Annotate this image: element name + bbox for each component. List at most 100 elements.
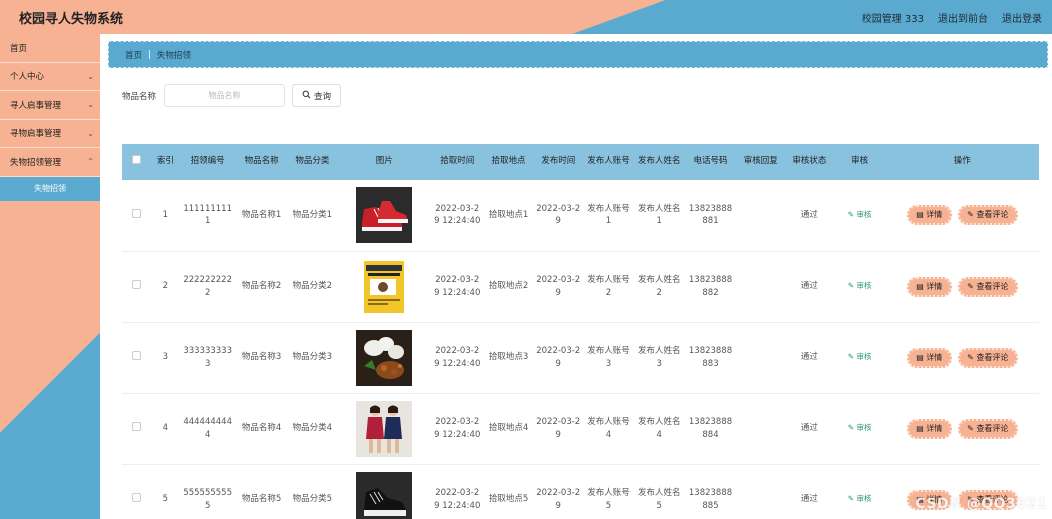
view-comments-button[interactable]: ✎ 查看评论 — [957, 418, 1018, 439]
edit-icon: ✎ — [967, 352, 974, 362]
column-header: 操作 — [953, 156, 971, 167]
row-checkbox[interactable] — [132, 421, 142, 431]
table-row: 3 3333333333 物品名称3 物品分类3 2022-03-29 12:2… — [122, 322, 1039, 393]
search-button-label: 查询 — [314, 91, 332, 102]
row-checkbox[interactable] — [132, 492, 142, 502]
csdn-watermark: CSDN @QQ3021 — [915, 496, 1047, 512]
cell-pickup-place: 拾取地点5 — [488, 494, 529, 505]
audit-link[interactable]: ✎ 审核 — [848, 210, 872, 219]
sidebar-item-home[interactable]: 首页 — [0, 34, 100, 63]
row-select-cell[interactable] — [122, 322, 152, 393]
cell-category: 物品分类1 — [292, 210, 333, 221]
cell-item-name: 物品名称1 — [241, 210, 282, 221]
detail-button[interactable]: ▤ 详情 — [906, 347, 952, 368]
cell-publisher-account: 发布人账号3 — [587, 346, 630, 369]
cell-code: 2222222222 — [183, 275, 232, 298]
cell-publisher-name: 发布人姓名5 — [637, 488, 681, 511]
sidebar-subitem-found[interactable]: 失物招领 — [0, 176, 100, 201]
cell-photo — [338, 322, 431, 393]
sidebar-item-found-items[interactable]: 失物招领管理 ⌃ — [0, 148, 100, 177]
table-row: 4 4444444444 物品名称4 物品分类4 2022-03-29 12:2… — [122, 393, 1039, 464]
sidebar-item-missing-person[interactable]: 寻人启事管理 ⌄ — [0, 91, 100, 120]
cell-category: 物品分类2 — [292, 281, 333, 292]
detail-button-label: 详情 — [926, 352, 943, 362]
audit-link[interactable]: ✎ 审核 — [848, 494, 872, 503]
document-icon: ▤ — [916, 210, 924, 220]
cell-category: 物品分类4 — [292, 423, 333, 434]
search-icon — [302, 90, 311, 102]
detail-button-label: 详情 — [926, 210, 943, 220]
logout-link[interactable]: 退出登录 — [1002, 10, 1042, 25]
column-header: 发布人姓名 — [637, 156, 681, 167]
search-bar: 物品名称 查询 — [122, 84, 342, 107]
detail-button[interactable]: ▤ 详情 — [906, 205, 952, 226]
edit-icon: ✎ — [847, 423, 855, 433]
document-icon: ▤ — [916, 352, 924, 362]
cell-actions: ▤ 详情 ✎ 查看评论 — [886, 322, 1039, 393]
cell-audit-reply — [736, 464, 785, 519]
view-comments-button[interactable]: ✎ 查看评论 — [957, 276, 1018, 297]
column-header: 招领编号 — [190, 156, 225, 167]
cell-audit: ✎ 审核 — [834, 180, 886, 251]
edit-icon: ✎ — [847, 352, 855, 362]
chevron-down-icon: ⌄ — [87, 128, 94, 138]
column-header: 拾取时间 — [440, 156, 475, 167]
cell-category: 物品分类5 — [292, 494, 333, 505]
row-checkbox[interactable] — [132, 208, 142, 218]
detail-button[interactable]: ▤ 详情 — [906, 418, 952, 439]
cell-pickup-time: 2022-03-29 12:24:40 — [434, 275, 481, 298]
cell-pickup-place: 拾取地点2 — [488, 281, 529, 292]
top-header: 校园寻人失物系统 校园管理 333 退出到前台 退出登录 — [0, 0, 1052, 34]
search-label: 物品名称 — [122, 91, 157, 102]
column-header: 审核状态 — [792, 156, 827, 167]
search-button[interactable]: 查询 — [292, 84, 342, 107]
breadcrumb-current: 失物招领 — [156, 50, 191, 61]
cell-audit-reply — [736, 251, 785, 322]
cell-phone: 13823888883 — [688, 346, 733, 369]
row-select-cell[interactable] — [122, 464, 152, 519]
table-header-row: 索引 招领编号 物品名称 物品分类 图片 拾取时间 拾取地点 发布时间 发布人账… — [122, 144, 1039, 180]
column-header: 物品名称 — [244, 156, 279, 167]
select-all-checkbox[interactable] — [132, 155, 142, 165]
document-icon: ▤ — [916, 281, 924, 291]
document-icon: ▤ — [916, 423, 924, 433]
item-photo — [340, 329, 429, 386]
row-checkbox[interactable] — [132, 279, 142, 289]
edit-icon: ✎ — [847, 210, 855, 220]
sidebar-item-lost-items[interactable]: 寻物启事管理 ⌄ — [0, 120, 100, 148]
cell-audit: ✎ 审核 — [834, 251, 886, 322]
back-to-frontend-link[interactable]: 退出到前台 — [938, 10, 988, 25]
sidebar-item-personal-center[interactable]: 个人中心 ⌄ — [0, 63, 100, 91]
view-comments-label: 查看评论 — [976, 210, 1009, 220]
cell-audit-status: 通过 — [800, 210, 818, 221]
cell-photo — [338, 393, 431, 464]
row-select-cell[interactable] — [122, 180, 152, 251]
cell-index: 2 — [162, 281, 169, 292]
breadcrumb-home[interactable]: 首页 — [125, 49, 142, 61]
detail-button[interactable]: ▤ 详情 — [906, 276, 952, 297]
cell-publisher-name: 发布人姓名3 — [637, 346, 681, 369]
cell-item-name: 物品名称5 — [241, 494, 282, 505]
cell-audit-reply — [736, 393, 785, 464]
column-header: 物品分类 — [295, 156, 330, 167]
column-header: 拾取地点 — [491, 156, 526, 167]
column-header: 发布时间 — [541, 156, 576, 167]
chevron-down-icon: ⌄ — [87, 100, 94, 110]
row-checkbox[interactable] — [132, 350, 142, 360]
row-select-cell[interactable] — [122, 393, 152, 464]
cell-actions: ▤ 详情 ✎ 查看评论 — [886, 393, 1039, 464]
select-all-cell[interactable] — [122, 144, 152, 180]
audit-link[interactable]: ✎ 审核 — [848, 352, 872, 361]
audit-link-label: 审核 — [856, 352, 872, 362]
audit-link[interactable]: ✎ 审核 — [848, 281, 872, 290]
view-comments-button[interactable]: ✎ 查看评论 — [957, 347, 1018, 368]
audit-link[interactable]: ✎ 审核 — [848, 423, 872, 432]
view-comments-button[interactable]: ✎ 查看评论 — [957, 205, 1018, 226]
cell-photo — [338, 464, 431, 519]
search-input[interactable] — [164, 84, 286, 107]
detail-button-label: 详情 — [926, 281, 943, 291]
row-select-cell[interactable] — [122, 251, 152, 322]
cell-audit-status: 通过 — [800, 352, 818, 363]
item-photo — [340, 187, 429, 244]
audit-link-label: 审核 — [856, 281, 872, 291]
